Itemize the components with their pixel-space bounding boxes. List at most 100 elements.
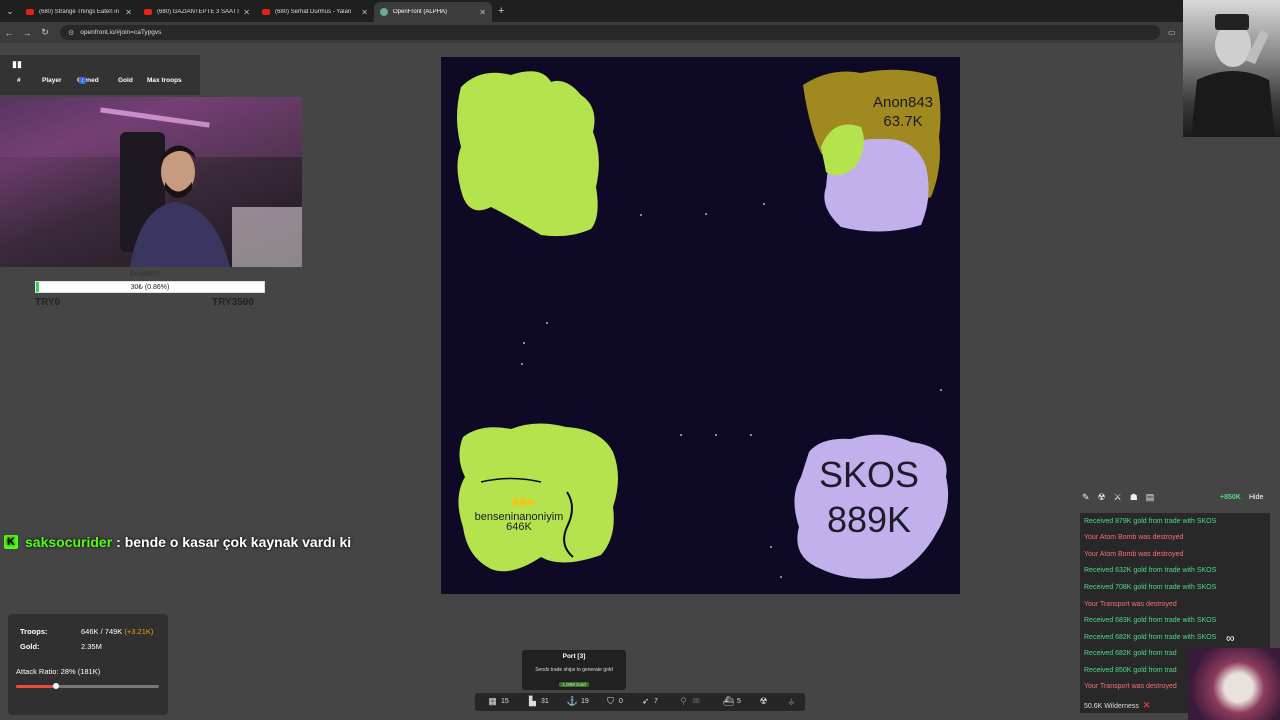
- build-count: 19: [581, 697, 589, 705]
- build-factory-button[interactable]: ▙ 31: [527, 696, 549, 706]
- donation-progress: 30₺ (0.86%): [35, 281, 265, 293]
- build-tooltip: Port [3] Sends trade ships to generate g…: [522, 650, 626, 690]
- youtube-icon: [262, 9, 270, 15]
- tab-search-icon[interactable]: ⌄: [0, 0, 20, 22]
- city-icon: ▦: [488, 695, 497, 706]
- close-icon[interactable]: ✕: [1143, 700, 1151, 710]
- event-item: Received 682K gold from trad: [1084, 650, 1177, 657]
- tooltip-description: Sends trade ships to generate gold: [535, 667, 613, 673]
- url-field[interactable]: ⚙ openfront.io/#join=caTypgvs: [60, 25, 1160, 40]
- browser-tab[interactable]: (680) GAZİANTEPTE 3 SAATTE ✕: [138, 2, 256, 22]
- event-item: Received 850K gold from trad: [1084, 667, 1177, 674]
- wilderness-text: 50.6K Wilderness: [1084, 703, 1139, 710]
- attack-ratio-label: Attack Ratio: 28% (181K): [16, 667, 101, 676]
- mirv-icon: ⚶: [787, 695, 796, 706]
- globe-icon: [380, 8, 388, 16]
- close-icon[interactable]: ✕: [125, 8, 132, 17]
- attack-ratio-fill: [16, 685, 57, 688]
- link-icon: ∞: [1226, 631, 1235, 645]
- event-item: Received 683K gold from trade with SKOS: [1084, 617, 1217, 624]
- donation-label: Kulakkk!!!: [130, 271, 161, 278]
- nuke-filter-icon[interactable]: ☢: [1098, 492, 1106, 503]
- chat-message: K saksocurider : bende o kasar çok kayna…: [4, 534, 351, 550]
- back-icon[interactable]: ←: [0, 28, 18, 38]
- event-item: Your Transport was destroyed: [1084, 601, 1177, 608]
- territory-benseninanoniyim: [458, 423, 618, 572]
- chat-text: : bende o kasar çok kaynak vardı ki: [116, 534, 352, 550]
- troops-increase: (+3.21K): [124, 627, 154, 636]
- build-nuke-button[interactable]: ☢: [758, 696, 772, 706]
- build-missile-button[interactable]: ➶ 7: [640, 696, 658, 706]
- browser-tab-bar: ⌄ (680) Strange Things Eaten in I ✕ (680…: [0, 0, 1280, 22]
- leaderboard-chart-icon[interactable]: ▮▮: [12, 59, 22, 70]
- build-count: 0: [619, 697, 623, 705]
- game-map[interactable]: Anon843 63.7K SKOS 889K benseninanoniyim…: [441, 57, 960, 594]
- site-info-icon[interactable]: ⚙: [68, 29, 74, 37]
- chat-username: saksocurider: [25, 534, 113, 550]
- build-silo-button[interactable]: ⚲ 38: [678, 696, 700, 706]
- gold-label: Gold:: [20, 642, 40, 651]
- chat-icon[interactable]: ▤: [1146, 492, 1155, 503]
- player-troops-anon843: 63.7K: [883, 113, 922, 130]
- troops-row: Troops: 646K / 749K (+3.21K): [20, 627, 153, 636]
- attack-filter-icon[interactable]: ⚔: [1114, 492, 1122, 503]
- event-item: Your Atom Bomb was destroyed: [1084, 551, 1184, 558]
- event-item: Received 708K gold from trade with SKOS: [1084, 584, 1217, 591]
- event-item: Your Transport was destroyed: [1084, 683, 1177, 690]
- close-icon[interactable]: ✕: [479, 8, 486, 17]
- address-bar: ← → ↻ ⚙ openfront.io/#join=caTypgvs ▭ ☆: [0, 22, 1280, 43]
- events-toolbar: ✎ ☢ ⚔ ☗ ▤ +850K Hide: [1082, 489, 1274, 505]
- attack-ratio-slider[interactable]: [16, 683, 159, 689]
- event-item: Received 682K gold from trade with SKOS: [1084, 634, 1217, 641]
- player-name-anon843: Anon843: [873, 94, 933, 111]
- sort-icon: ↕: [79, 77, 87, 84]
- build-count: 5: [737, 697, 741, 705]
- cat-overlay: [1188, 648, 1280, 720]
- build-port-button[interactable]: ⚓ 19: [567, 696, 589, 706]
- browser-tab[interactable]: (680) Serhat Durmus - Yalan ✕: [256, 2, 374, 22]
- pencil-icon[interactable]: ✎: [1082, 492, 1090, 503]
- build-warship-button[interactable]: ⛴ 5: [723, 696, 741, 706]
- youtube-icon: [144, 9, 152, 15]
- donation-min: TRY0: [35, 297, 61, 308]
- factory-icon: ▙: [529, 695, 536, 706]
- build-defense-button[interactable]: ⛉ 0: [605, 696, 623, 706]
- browser-tab-active[interactable]: OpenFront (ALPHA) ✕: [374, 2, 492, 22]
- cast-icon[interactable]: ▭: [1168, 28, 1176, 37]
- attack-ratio-thumb[interactable]: [53, 683, 60, 689]
- troops-label: Troops:: [20, 627, 48, 636]
- close-icon[interactable]: ✕: [243, 8, 250, 17]
- reload-icon[interactable]: ↻: [36, 27, 54, 38]
- col-gold[interactable]: Gold: [118, 77, 133, 84]
- build-count: 15: [501, 697, 509, 705]
- kick-logo-icon: K: [4, 535, 18, 549]
- col-player[interactable]: Player: [42, 77, 62, 84]
- col-max-troops[interactable]: Max troops: [147, 77, 182, 84]
- build-count: 38: [692, 697, 700, 705]
- build-mirv-button[interactable]: ⚶: [786, 696, 800, 706]
- hide-events-button[interactable]: Hide: [1249, 494, 1263, 501]
- player-name-skos: SKOS: [819, 454, 919, 495]
- tab-title: (680) Serhat Durmus - Yalan: [275, 9, 352, 15]
- donation-max: TRY3500: [212, 297, 254, 308]
- gold-rate: +850K: [1220, 493, 1241, 501]
- new-tab-icon[interactable]: +: [498, 5, 504, 17]
- overlay-photo: [1183, 0, 1280, 137]
- troops-value: 646K / 749K: [81, 627, 123, 636]
- event-item: Received 632K gold from trade with SKOS: [1084, 567, 1217, 574]
- webcam-feed: [0, 97, 302, 267]
- gold-value: 2.35M: [81, 642, 102, 651]
- gold-row: Gold: 2.35M: [20, 642, 102, 651]
- leaderboard: ▮▮ # Player Owned ↕ Gold Max troops: [0, 55, 200, 95]
- col-rank[interactable]: #: [17, 77, 21, 84]
- browser-tab[interactable]: (680) Strange Things Eaten in I ✕: [20, 2, 138, 22]
- forward-icon[interactable]: →: [18, 28, 36, 38]
- nuke-icon: ☢: [759, 695, 768, 706]
- player-troops-benseninanoniyim: 646K: [506, 521, 532, 533]
- alliance-handshake-icon[interactable]: ☗: [1130, 492, 1138, 503]
- wilderness-status: 50.6K Wilderness ✕: [1084, 700, 1150, 711]
- port-anchor-icon: ⚓: [566, 695, 579, 706]
- close-icon[interactable]: ✕: [361, 8, 368, 17]
- build-city-button[interactable]: ▦ 15: [487, 696, 509, 706]
- tooltip-title: Port [3]: [562, 653, 586, 660]
